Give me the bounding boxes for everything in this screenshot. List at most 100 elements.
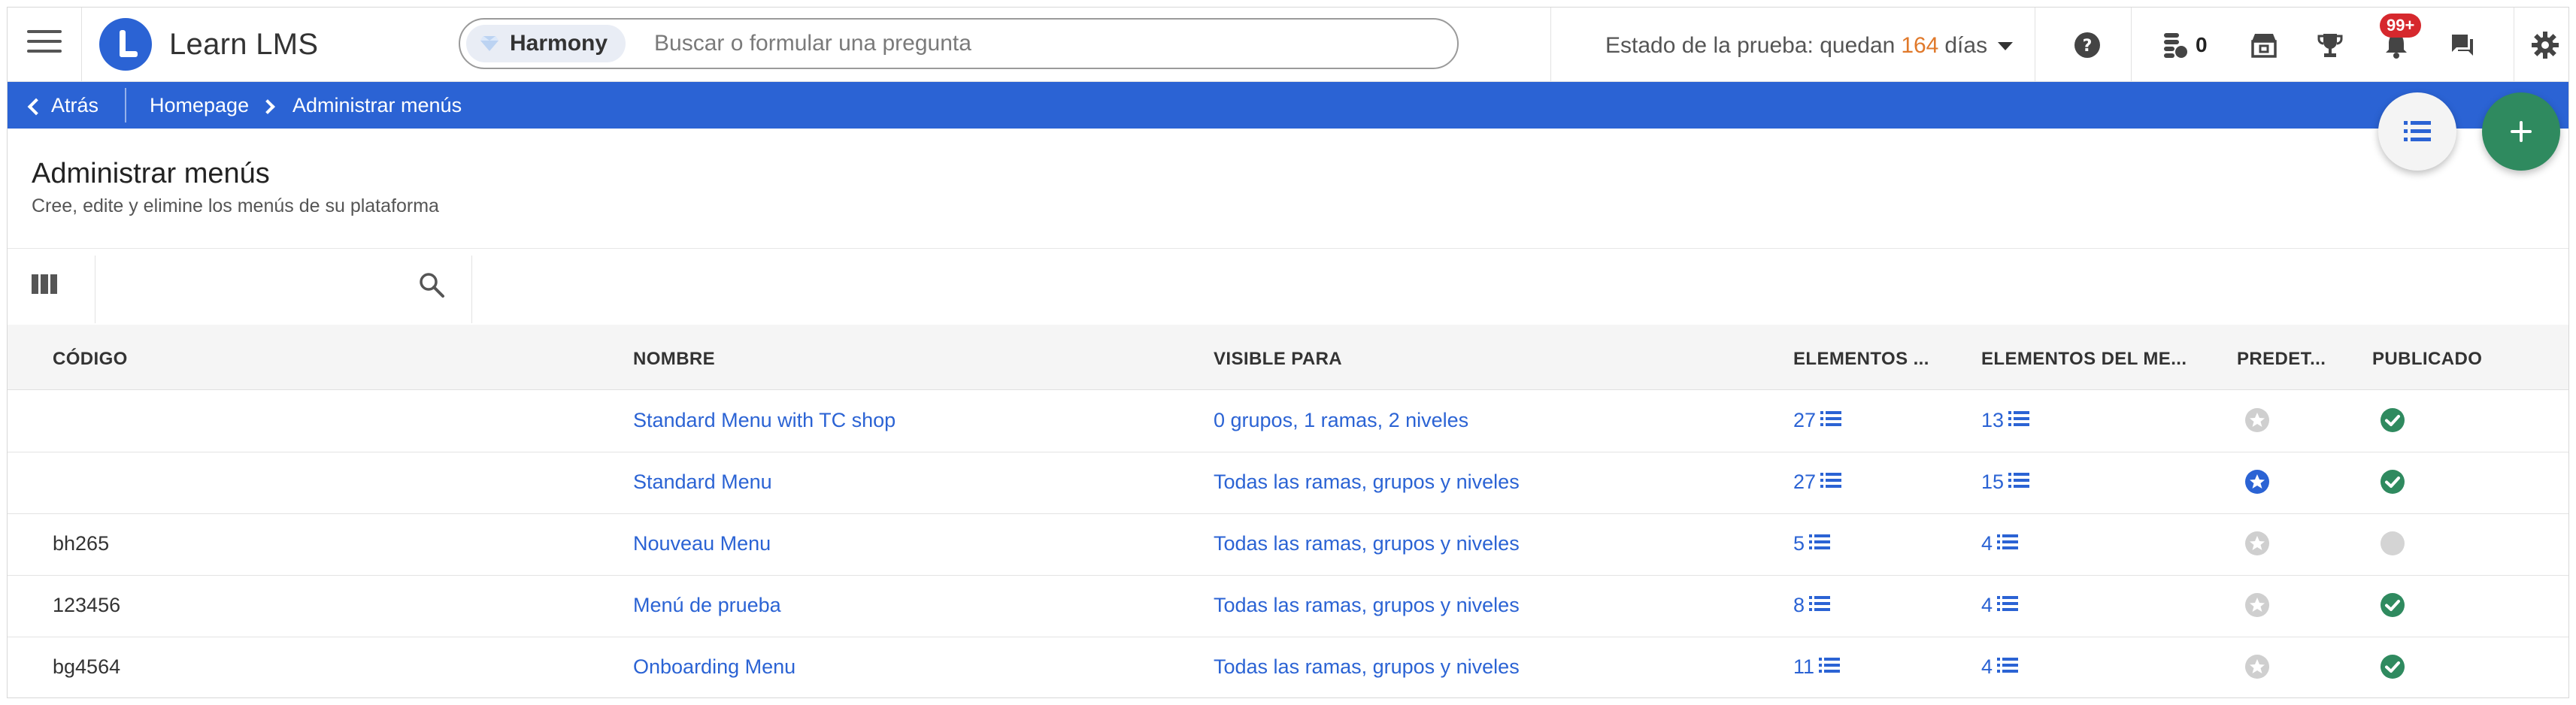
items-count-link[interactable]: 8 bbox=[1793, 594, 1831, 617]
default-star-outline-icon[interactable] bbox=[2244, 407, 2270, 437]
items-count: 11 bbox=[1793, 655, 1815, 678]
notifications-badge: 99+ bbox=[2380, 14, 2422, 38]
trial-days: 164 bbox=[1901, 33, 1939, 58]
table-row[interactable]: 123456 Menú de prueba Todas las ramas, gru… bbox=[8, 575, 2568, 637]
menu-name-link[interactable]: Standard Menu with TC shop bbox=[633, 409, 896, 432]
default-star-outline-icon[interactable] bbox=[2244, 592, 2270, 622]
breadcrumb-current: Administrar menús bbox=[292, 94, 462, 116]
top-bar: Learn LMS Harmony Buscar o formular una … bbox=[8, 8, 2568, 82]
coins-icon bbox=[2164, 33, 2187, 58]
menu-code: 123456 bbox=[53, 594, 121, 616]
published-check-icon[interactable] bbox=[2380, 592, 2405, 622]
search-icon[interactable] bbox=[418, 271, 445, 302]
default-star-outline-icon[interactable] bbox=[2244, 531, 2270, 560]
divider bbox=[125, 88, 126, 123]
visible-for-link[interactable]: Todas las ramas, grupos y niveles bbox=[1214, 655, 1520, 679]
published-check-icon[interactable] bbox=[2380, 654, 2405, 683]
list-icon bbox=[1997, 532, 2019, 555]
help-icon[interactable]: ? bbox=[2074, 30, 2101, 60]
columns-icon[interactable] bbox=[32, 274, 57, 298]
list-icon bbox=[2008, 409, 2030, 432]
items-count: 27 bbox=[1793, 471, 1817, 493]
column-header[interactable]: NOMBRE bbox=[633, 349, 715, 370]
search-bar[interactable]: Harmony Buscar o formular una pregunta bbox=[459, 18, 1459, 69]
menu-items-count: 4 bbox=[1981, 655, 1993, 678]
items-count-link[interactable]: 27 bbox=[1793, 409, 1842, 432]
divider bbox=[8, 248, 2568, 249]
list-icon bbox=[2404, 121, 2431, 141]
menu-items-count: 4 bbox=[1981, 532, 1993, 555]
trial-status[interactable]: Estado de la prueba: quedan 164 días bbox=[1605, 33, 2014, 59]
table-row[interactable]: bg4564 Onboarding Menu Todas las ramas, gr… bbox=[8, 637, 2568, 697]
menu-code: bh265 bbox=[53, 532, 110, 555]
svg-text:?: ? bbox=[2083, 37, 2093, 56]
items-count-link[interactable]: 11 bbox=[1793, 655, 1841, 679]
default-star-outline-icon[interactable] bbox=[2244, 654, 2270, 683]
visible-for-link[interactable]: 0 grupos, 1 ramas, 2 niveles bbox=[1214, 409, 1468, 432]
table-row[interactable]: Standard Menu Todas las ramas, grupos y n… bbox=[8, 452, 2568, 514]
visible-for-link[interactable]: Todas las ramas, grupos y niveles bbox=[1214, 471, 1520, 494]
items-count-link[interactable]: 5 bbox=[1793, 532, 1831, 555]
menu-items-count-link[interactable]: 15 bbox=[1981, 471, 2030, 494]
menu-name-link[interactable]: Menú de prueba bbox=[633, 594, 781, 617]
table-row[interactable]: Standard Menu with TC shop 0 grupos, 1 ra… bbox=[8, 390, 2568, 452]
search-input[interactable]: Buscar o formular una pregunta bbox=[654, 31, 971, 56]
visible-for-link[interactable]: Todas las ramas, grupos y niveles bbox=[1214, 532, 1520, 555]
back-button[interactable]: Atrás bbox=[27, 94, 99, 117]
credits-count: 0 bbox=[2196, 33, 2208, 56]
app-name[interactable]: Learn LMS bbox=[169, 28, 318, 62]
items-count-link[interactable]: 27 bbox=[1793, 471, 1842, 494]
divider bbox=[81, 8, 82, 81]
menu-name-link[interactable]: Onboarding Menu bbox=[633, 655, 796, 679]
column-header[interactable]: PUBLICADO bbox=[2372, 349, 2482, 370]
app-frame: Learn LMS Harmony Buscar o formular una … bbox=[7, 7, 2569, 698]
menu-items-count-link[interactable]: 4 bbox=[1981, 594, 2019, 617]
list-icon bbox=[1820, 471, 1842, 494]
store-icon[interactable] bbox=[2250, 30, 2277, 60]
menu-items-count: 13 bbox=[1981, 409, 2005, 431]
trial-prefix: Estado de la prueba: quedan bbox=[1605, 33, 1896, 58]
column-header[interactable]: PREDET... bbox=[2237, 349, 2326, 370]
list-icon bbox=[1809, 532, 1831, 555]
breadcrumb: Atrás Homepage Administrar menús bbox=[8, 82, 2568, 129]
list-icon bbox=[1997, 594, 2019, 617]
menu-items-count-link[interactable]: 4 bbox=[1981, 532, 2019, 555]
menu-name-link[interactable]: Nouveau Menu bbox=[633, 532, 771, 555]
page-title: Administrar menús bbox=[32, 158, 270, 189]
published-check-icon[interactable] bbox=[2380, 407, 2405, 437]
column-header[interactable]: ELEMENTOS DEL ME... bbox=[1981, 349, 2187, 370]
list-view-button[interactable] bbox=[2378, 92, 2456, 171]
list-icon bbox=[1819, 655, 1841, 679]
default-star-icon[interactable] bbox=[2244, 469, 2270, 498]
harmony-pill[interactable]: Harmony bbox=[466, 25, 626, 62]
list-icon bbox=[1809, 594, 1831, 617]
breadcrumb-homepage[interactable]: Homepage bbox=[150, 94, 249, 117]
table-header: CÓDIGO NOMBRE VISIBLE PARA ELEMENTOS ...… bbox=[8, 325, 2568, 390]
menu-icon[interactable] bbox=[27, 30, 62, 60]
chat-icon[interactable] bbox=[2450, 30, 2475, 60]
unpublished-dot-icon[interactable] bbox=[2380, 531, 2405, 560]
column-header[interactable]: ELEMENTOS ... bbox=[1793, 349, 1929, 370]
items-count: 5 bbox=[1793, 532, 1805, 555]
back-label: Atrás bbox=[51, 94, 99, 116]
chevron-left-icon bbox=[27, 98, 45, 115]
visible-for-link[interactable]: Todas las ramas, grupos y niveles bbox=[1214, 594, 1520, 617]
add-menu-button[interactable] bbox=[2482, 92, 2560, 171]
gear-icon[interactable] bbox=[2531, 30, 2559, 60]
list-icon bbox=[1997, 655, 2019, 679]
menu-items-count: 4 bbox=[1981, 594, 1993, 616]
trophy-icon[interactable] bbox=[2317, 30, 2344, 60]
column-header[interactable]: CÓDIGO bbox=[53, 349, 128, 370]
logo-icon[interactable] bbox=[99, 18, 152, 71]
menu-name-link[interactable]: Standard Menu bbox=[633, 471, 772, 494]
column-header[interactable]: VISIBLE PARA bbox=[1214, 349, 1342, 370]
divider bbox=[471, 256, 472, 323]
credits-button[interactable]: 0 bbox=[2162, 30, 2208, 60]
menu-items-count-link[interactable]: 13 bbox=[1981, 409, 2030, 432]
published-check-icon[interactable] bbox=[2380, 469, 2405, 498]
menu-items-count: 15 bbox=[1981, 471, 2005, 493]
divider bbox=[2131, 8, 2132, 81]
table-row[interactable]: bh265 Nouveau Menu Todas las ramas, grupos… bbox=[8, 513, 2568, 576]
chevron-down-icon bbox=[1998, 41, 2014, 50]
menu-items-count-link[interactable]: 4 bbox=[1981, 655, 2019, 679]
